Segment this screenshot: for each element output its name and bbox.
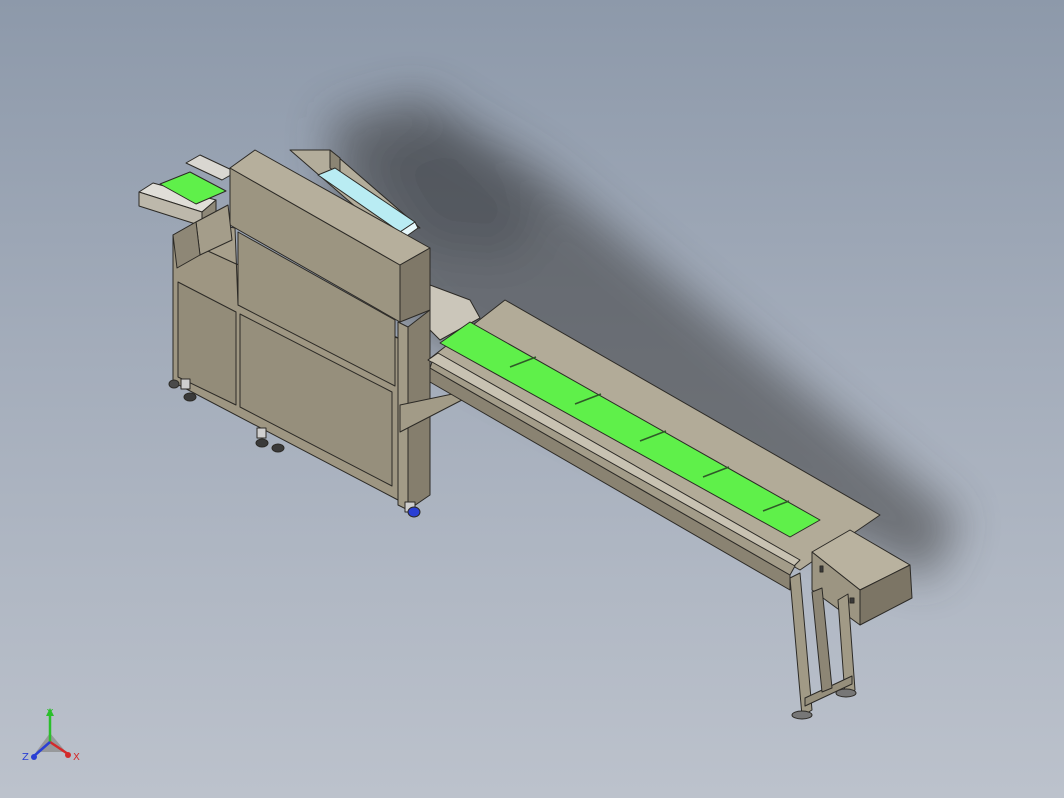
triad-x-label: X — [73, 752, 80, 763]
end-box-screw — [849, 597, 855, 604]
triad-y-label: Y — [46, 708, 54, 719]
end-box-screw — [819, 565, 824, 573]
triad-z-label: Z — [22, 752, 29, 763]
leg-front — [789, 572, 813, 717]
foot-pad — [791, 710, 813, 720]
coordinate-triad: Y X Z — [22, 708, 80, 763]
machine-body[interactable] — [138, 149, 431, 518]
foot-pad — [835, 688, 857, 698]
cad-viewport[interactable]: Y X Z — [0, 0, 1064, 798]
leg-inner — [811, 587, 833, 693]
